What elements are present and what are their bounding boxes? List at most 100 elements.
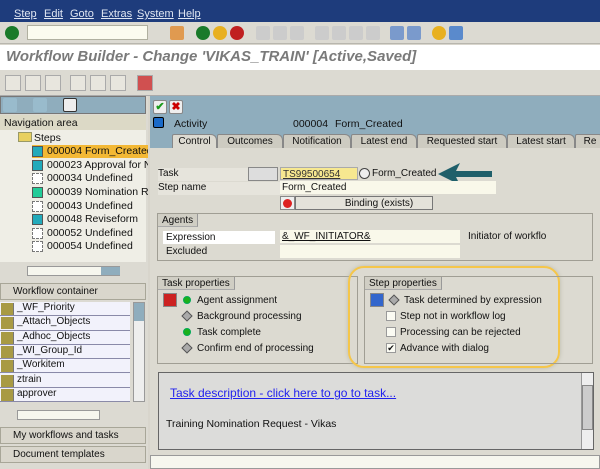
tab-more[interactable]: Re xyxy=(575,134,600,149)
container-item[interactable]: ztrain xyxy=(0,373,130,388)
tree-step[interactable]: 000054 Undefined xyxy=(32,240,148,253)
save-icon[interactable] xyxy=(170,26,184,40)
container-item[interactable]: _Attach_Objects xyxy=(0,316,130,331)
tab-notification[interactable]: Notification xyxy=(283,134,351,149)
agent-assignment-icon[interactable] xyxy=(163,293,177,307)
checkbox-label: Processing can be rejected xyxy=(400,327,521,338)
menu-extras[interactable]: Extras xyxy=(101,8,132,20)
back-arrow-icon[interactable] xyxy=(3,98,17,112)
description-text: Training Nomination Request - Vikas xyxy=(166,418,337,430)
menu-help[interactable]: Help xyxy=(178,8,201,20)
object-icon[interactable] xyxy=(70,75,86,91)
first-page-icon[interactable] xyxy=(315,26,329,40)
undefined-step-icon xyxy=(32,241,43,252)
back-icon[interactable] xyxy=(196,26,210,40)
task-property: Task complete xyxy=(197,327,261,338)
cancel-icon[interactable] xyxy=(230,26,244,40)
tree-step[interactable]: 000043 Undefined xyxy=(32,200,148,213)
tree-hscrollbar[interactable] xyxy=(27,266,120,276)
step-name-field[interactable]: Form_Created xyxy=(280,181,496,194)
expression-icon[interactable] xyxy=(370,293,384,307)
tree-step[interactable]: 000034 Undefined xyxy=(32,172,148,185)
new-session-icon[interactable] xyxy=(390,26,404,40)
forward-arrow-icon[interactable] xyxy=(33,98,47,112)
task-property: Confirm end of processing xyxy=(197,343,314,354)
workflow-container-header[interactable]: Workflow container xyxy=(0,283,146,300)
container-label: _Attach_Objects xyxy=(17,316,91,328)
excluded-field[interactable] xyxy=(280,245,460,258)
step-name: Form_Created xyxy=(335,118,403,130)
task-property: Background processing xyxy=(197,311,302,322)
element-icon xyxy=(1,388,14,401)
tab-latest-end[interactable]: Latest end xyxy=(351,134,417,149)
copy-icon[interactable] xyxy=(25,75,41,91)
grey-icon[interactable] xyxy=(90,75,106,91)
screen-icon[interactable] xyxy=(110,75,126,91)
tree-icon[interactable] xyxy=(63,98,77,112)
last-page-icon[interactable] xyxy=(366,26,380,40)
my-workflows-header[interactable]: My workflows and tasks xyxy=(0,427,146,444)
menu-edit[interactable]: Edit xyxy=(44,8,63,20)
prev-page-icon[interactable] xyxy=(332,26,346,40)
next-page-icon[interactable] xyxy=(349,26,363,40)
step-not-in-log-checkbox[interactable] xyxy=(386,311,396,321)
container-vscrollbar[interactable] xyxy=(133,302,145,402)
exit-icon[interactable] xyxy=(213,26,227,40)
tree-step[interactable]: 000039 Nomination Rej xyxy=(32,186,148,199)
activity-icon xyxy=(32,146,43,157)
steps-label[interactable]: Steps xyxy=(34,132,61,144)
tree-step[interactable]: 000023 Approval for Nor xyxy=(32,159,148,172)
agents-frame: Agents Expression &_WF_INITIATOR& Initia… xyxy=(157,213,593,261)
enter-icon[interactable] xyxy=(5,26,19,40)
new-icon[interactable] xyxy=(5,75,21,91)
advance-with-dialog-checkbox[interactable]: ✔ xyxy=(386,343,396,353)
menu-step[interactable]: Step xyxy=(14,8,37,20)
container-item[interactable]: _WF_Priority xyxy=(0,302,130,317)
tree-step[interactable]: 000052 Undefined xyxy=(32,227,148,240)
task-field[interactable]: TS99500654 xyxy=(280,167,358,180)
find-icon[interactable] xyxy=(273,26,287,40)
display-task-icon[interactable] xyxy=(359,168,370,179)
excluded-label: Excluded xyxy=(166,246,208,257)
step-name-label: Step name xyxy=(158,182,280,195)
step-label: 000004 Form_Created xyxy=(47,145,148,157)
tree-step[interactable]: 000048 Reviseform xyxy=(32,213,148,226)
user-decision-icon xyxy=(32,187,43,198)
container-item[interactable]: _WI_Group_Id xyxy=(0,344,130,360)
panel-hscrollbar[interactable] xyxy=(150,455,600,469)
container-hscrollbar[interactable] xyxy=(17,410,100,420)
check-icon[interactable]: ✔ xyxy=(153,100,167,114)
green-status-icon xyxy=(183,296,191,304)
hat-icon[interactable] xyxy=(137,75,153,91)
shortcut-icon[interactable] xyxy=(407,26,421,40)
menu-system[interactable]: System xyxy=(137,8,174,20)
document-templates-header[interactable]: Document templates xyxy=(0,446,146,463)
edit-icon[interactable] xyxy=(45,75,61,91)
layout-icon[interactable] xyxy=(449,26,463,40)
can-be-rejected-checkbox[interactable] xyxy=(386,327,396,337)
print-icon[interactable] xyxy=(256,26,270,40)
tree-step[interactable]: 000004 Form_Created xyxy=(32,145,148,158)
binding-check-icon[interactable] xyxy=(280,196,295,210)
description-vscrollbar[interactable] xyxy=(581,373,593,449)
help-icon[interactable] xyxy=(432,26,446,40)
tab-outcomes[interactable]: Outcomes xyxy=(217,134,283,149)
command-field[interactable] xyxy=(27,25,148,40)
inactive-status-icon xyxy=(181,310,193,322)
agents-title: Agents xyxy=(158,214,199,227)
binding-button[interactable]: Binding (exists) xyxy=(295,196,433,210)
tab-latest-start[interactable]: Latest start xyxy=(507,134,575,149)
container-item[interactable]: approver xyxy=(0,387,130,403)
expression-field[interactable]: &_WF_INITIATOR& xyxy=(280,230,460,243)
menu-goto[interactable]: Goto xyxy=(70,8,94,20)
container-item[interactable]: _Adhoc_Objects xyxy=(0,330,130,345)
task-description-link[interactable]: Task description - click here to go to t… xyxy=(170,386,396,400)
task-search-icon[interactable] xyxy=(248,167,278,181)
tab-control[interactable]: Control xyxy=(172,134,217,149)
container-label: _Adhoc_Objects xyxy=(17,330,91,342)
tab-requested-start[interactable]: Requested start xyxy=(417,134,507,149)
container-item[interactable]: _Workitem xyxy=(0,359,130,374)
container-label: approver xyxy=(17,387,57,399)
find-next-icon[interactable] xyxy=(290,26,304,40)
cancel-x-icon[interactable]: ✖ xyxy=(169,100,183,114)
